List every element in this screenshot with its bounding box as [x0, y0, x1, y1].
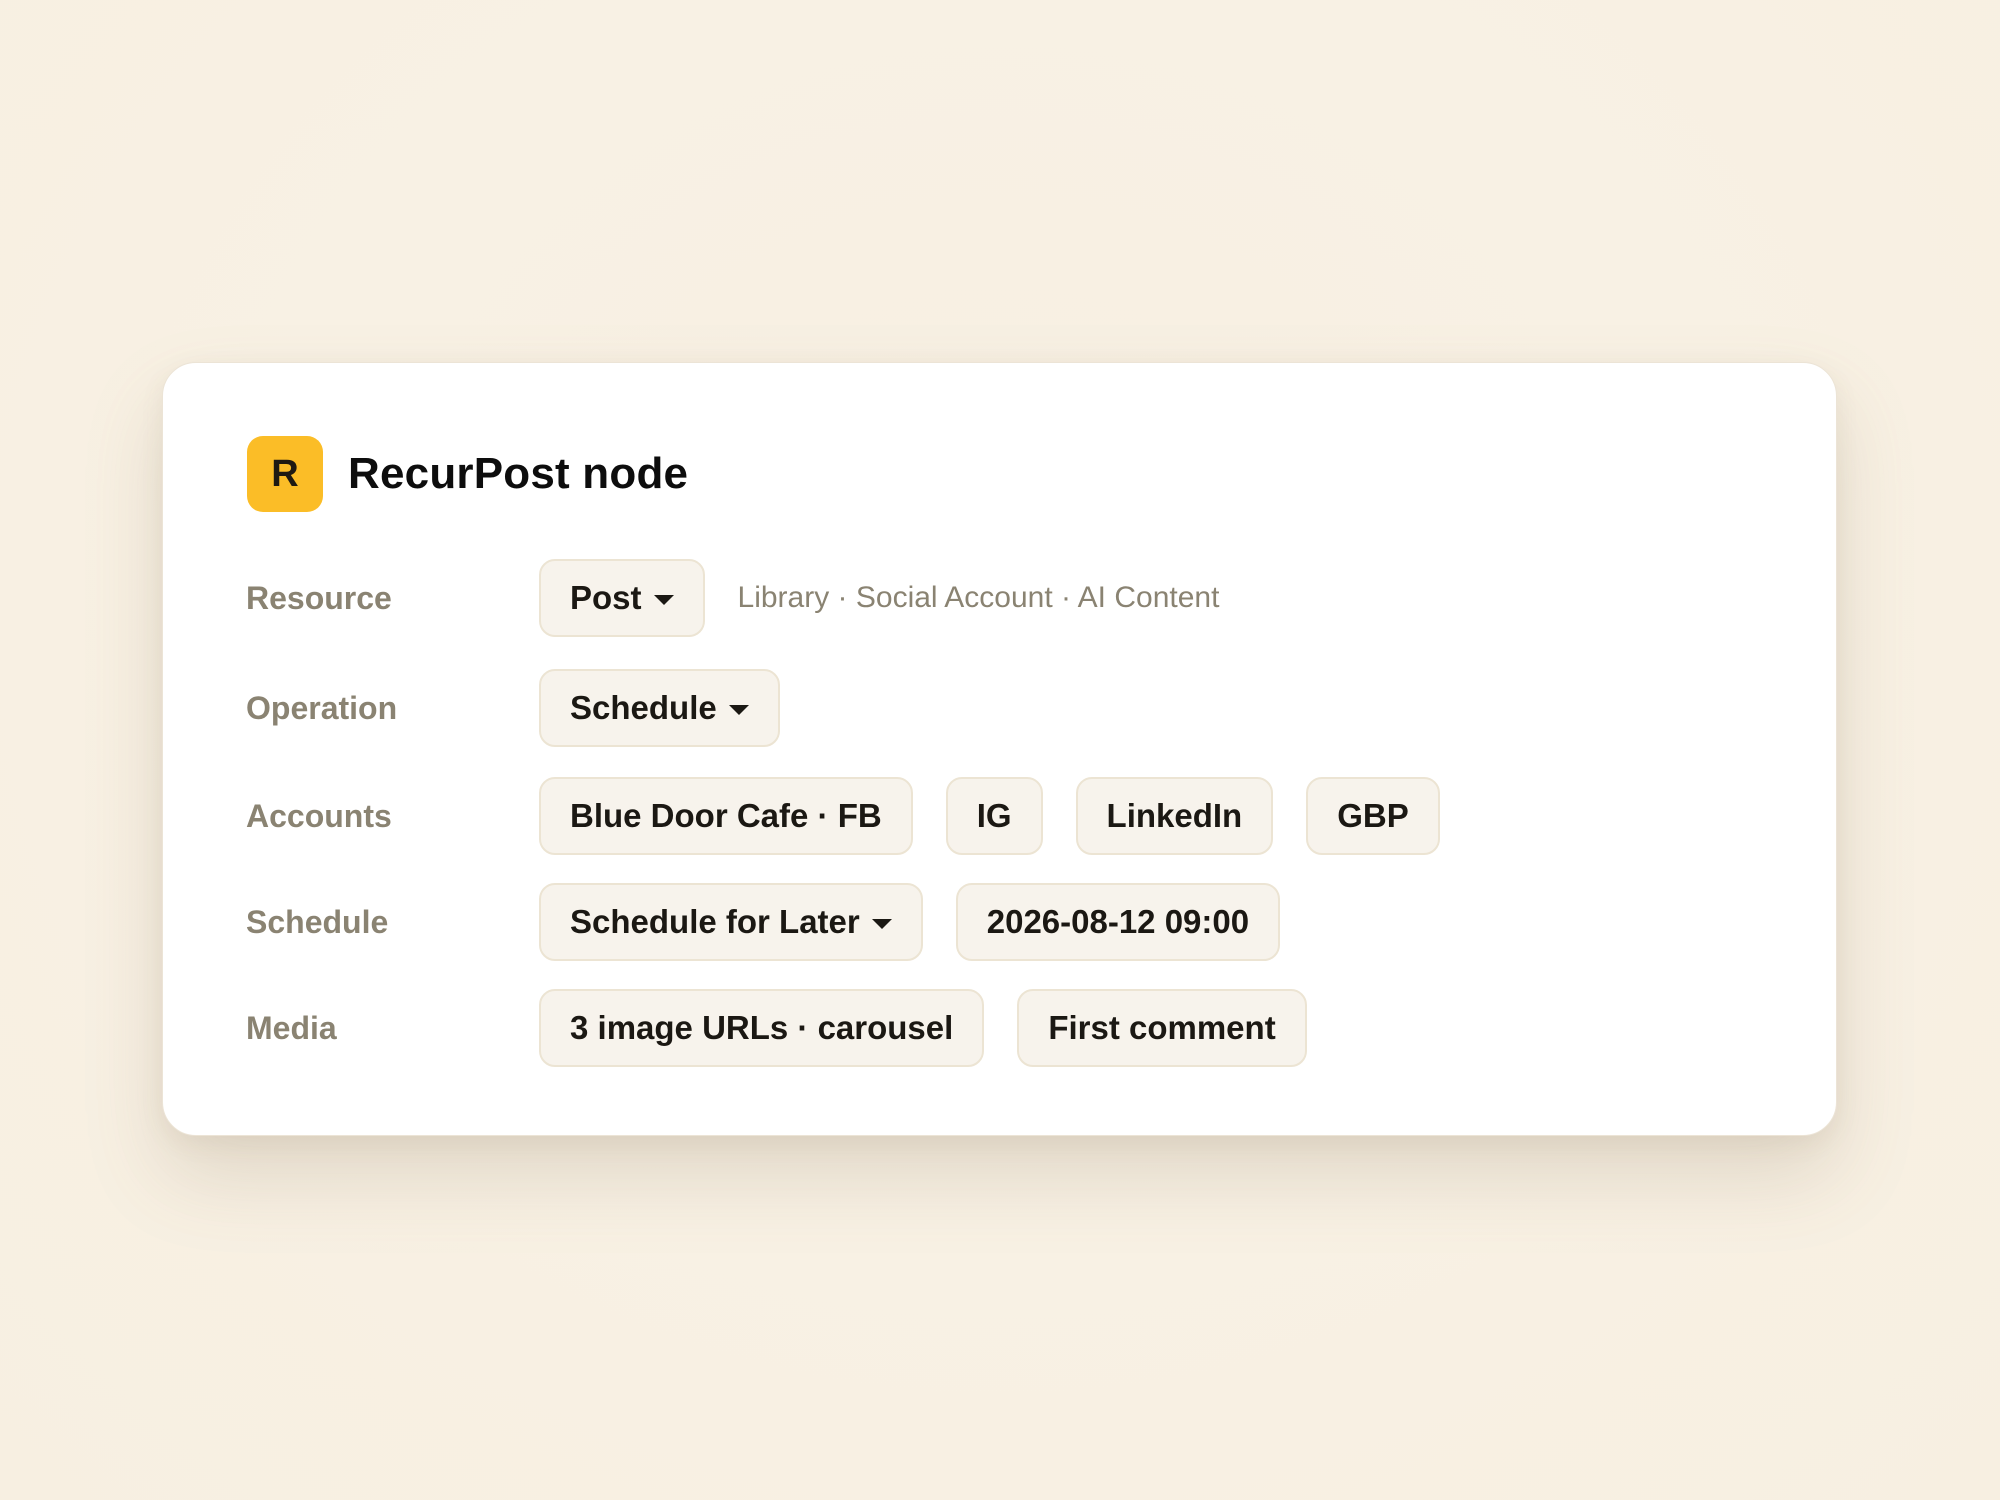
schedule-mode-dropdown[interactable]: Schedule for Later	[539, 883, 923, 961]
resource-label: Resource	[246, 579, 392, 616]
account-chip-linkedin[interactable]: LinkedIn	[1075, 777, 1274, 855]
caret-down-icon	[728, 705, 749, 715]
node-header: R RecurPost node	[247, 435, 688, 513]
caret-down-icon	[871, 919, 892, 929]
resource-value: Post	[570, 579, 642, 616]
media-row: Media 3 image URLs · carousel First comm…	[246, 988, 1340, 1068]
schedule-mode-value: Schedule for Later	[570, 903, 860, 940]
caret-down-icon	[653, 595, 674, 605]
schedule-datetime-field[interactable]: 2026-08-12 09:00	[955, 883, 1281, 961]
schedule-row: Schedule Schedule for Later 2026-08-12 0…	[246, 882, 1313, 962]
media-label: Media	[246, 1009, 337, 1046]
node-title: RecurPost node	[348, 449, 689, 498]
operation-row: Operation Schedule	[246, 668, 813, 748]
accounts-row: Accounts Blue Door Cafe · FB IG LinkedIn…	[246, 776, 1473, 856]
accounts-label: Accounts	[246, 797, 392, 834]
recurpost-logo: R	[247, 436, 323, 512]
resource-dropdown[interactable]: Post	[539, 559, 705, 637]
resource-options-hint: Library · Social Account · AI Content	[737, 581, 1220, 614]
operation-label: Operation	[246, 689, 398, 726]
operation-value: Schedule	[570, 689, 717, 726]
account-chip-blue-door-cafe-fb[interactable]: Blue Door Cafe · FB	[539, 777, 913, 855]
media-image-urls-chip[interactable]: 3 image URLs · carousel	[539, 989, 985, 1067]
account-chip-ig[interactable]: IG	[945, 777, 1043, 855]
schedule-label: Schedule	[246, 903, 389, 940]
account-chip-gbp[interactable]: GBP	[1306, 777, 1440, 855]
resource-row: Resource Post Library · Social Account ·…	[246, 558, 1219, 638]
media-first-comment-chip[interactable]: First comment	[1017, 989, 1307, 1067]
operation-dropdown[interactable]: Schedule	[539, 669, 780, 747]
